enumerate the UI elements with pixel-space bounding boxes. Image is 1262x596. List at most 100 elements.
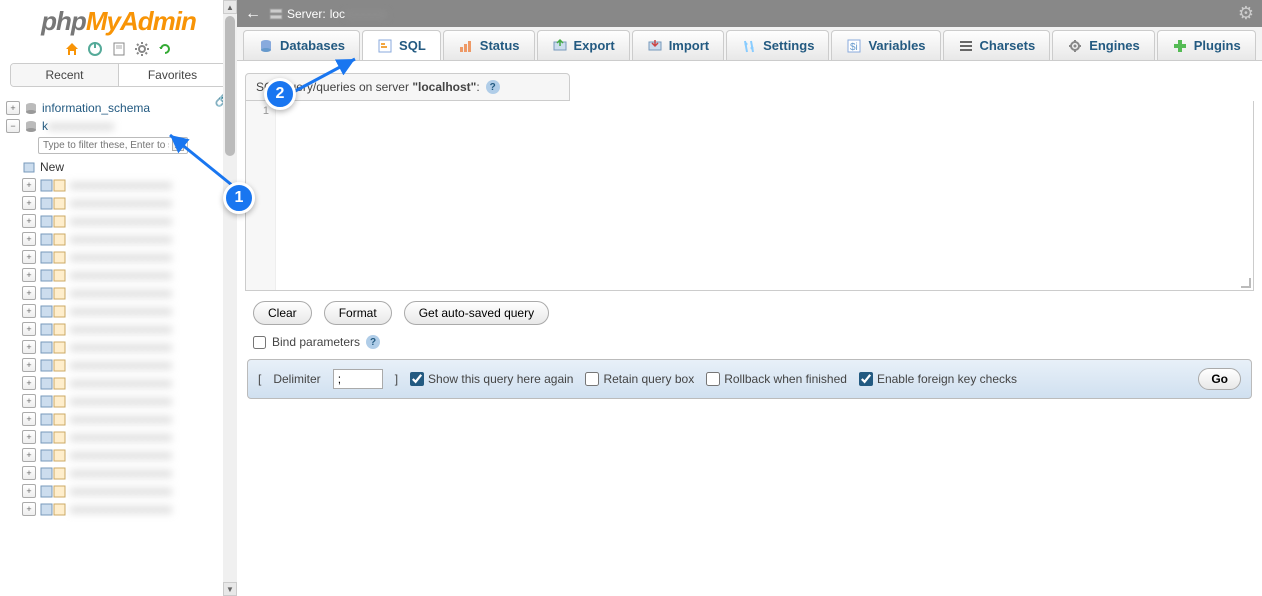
table-label[interactable]: xxxxxxxxxxxxxxxxx: [70, 232, 172, 246]
table-label[interactable]: xxxxxxxxxxxxxxxxx: [70, 358, 172, 372]
table-label[interactable]: xxxxxxxxxxxxxxxxx: [70, 322, 172, 336]
format-button[interactable]: Format: [324, 301, 392, 325]
collapse-icon[interactable]: −: [6, 119, 20, 133]
table-label[interactable]: xxxxxxxxxxxxxxxxx: [70, 394, 172, 408]
retain-checkbox[interactable]: [585, 372, 599, 386]
tree-node-table[interactable]: + xxxxxxxxxxxxxxxxx: [6, 338, 231, 356]
bind-parameters-checkbox[interactable]: [253, 336, 266, 349]
clear-filter-icon[interactable]: X: [172, 139, 184, 151]
expand-icon[interactable]: +: [22, 268, 36, 282]
table-label[interactable]: xxxxxxxxxxxxxxxxx: [70, 430, 172, 444]
expand-icon[interactable]: +: [22, 484, 36, 498]
tree-node-table[interactable]: + xxxxxxxxxxxxxxxxx: [6, 194, 231, 212]
table-label[interactable]: xxxxxxxxxxxxxxxxx: [70, 196, 172, 210]
expand-icon[interactable]: +: [6, 101, 20, 115]
table-label[interactable]: xxxxxxxxxxxxxxxxx: [70, 340, 172, 354]
tree-node-table[interactable]: + xxxxxxxxxxxxxxxxx: [6, 464, 231, 482]
resize-handle-icon[interactable]: [1241, 278, 1251, 288]
tree-node-table[interactable]: + xxxxxxxxxxxxxxxxx: [6, 212, 231, 230]
tree-node-table[interactable]: + xxxxxxxxxxxxxxxxx: [6, 356, 231, 374]
table-label[interactable]: xxxxxxxxxxxxxxxxx: [70, 178, 172, 192]
table-label[interactable]: xxxxxxxxxxxxxxxxx: [70, 448, 172, 462]
table-label[interactable]: xxxxxxxxxxxxxxxxx: [70, 412, 172, 426]
clear-button[interactable]: Clear: [253, 301, 312, 325]
expand-icon[interactable]: +: [22, 178, 36, 192]
rollback-checkbox[interactable]: [706, 372, 720, 386]
reload-icon[interactable]: [157, 41, 173, 57]
tree-node-table[interactable]: + xxxxxxxxxxxxxxxxx: [6, 230, 231, 248]
table-label[interactable]: xxxxxxxxxxxxxxxxx: [70, 484, 172, 498]
tree-node-db[interactable]: − kxxxxxxxxxxx: [6, 117, 231, 135]
back-icon[interactable]: ←: [245, 5, 261, 23]
get-autosaved-button[interactable]: Get auto-saved query: [404, 301, 549, 325]
tab-sql[interactable]: SQL: [362, 30, 441, 60]
table-label[interactable]: xxxxxxxxxxxxxxxxx: [70, 376, 172, 390]
tab-databases[interactable]: Databases: [243, 30, 360, 60]
expand-icon[interactable]: +: [22, 466, 36, 480]
tree-node-table[interactable]: + xxxxxxxxxxxxxxxxx: [6, 410, 231, 428]
expand-icon[interactable]: +: [22, 448, 36, 462]
expand-icon[interactable]: +: [22, 412, 36, 426]
topbar-gear-icon[interactable]: ⚙: [1238, 3, 1254, 24]
code-textarea[interactable]: [276, 101, 1253, 290]
go-button[interactable]: Go: [1198, 368, 1241, 390]
expand-icon[interactable]: +: [22, 196, 36, 210]
sidebar-scrollbar[interactable]: ▲ ▼: [223, 0, 237, 596]
fk-checkbox[interactable]: [859, 372, 873, 386]
docs-icon[interactable]: [111, 41, 127, 57]
logout-icon[interactable]: [87, 41, 103, 57]
table-label[interactable]: xxxxxxxxxxxxxxxxx: [70, 214, 172, 228]
db-label[interactable]: kxxxxxxxxxxx: [42, 119, 114, 133]
delimiter-input[interactable]: [333, 369, 383, 389]
scroll-up-icon[interactable]: ▲: [223, 0, 237, 14]
tree-node-table[interactable]: + xxxxxxxxxxxxxxxxx: [6, 428, 231, 446]
tree-node-table[interactable]: + xxxxxxxxxxxxxxxxx: [6, 482, 231, 500]
table-label[interactable]: xxxxxxxxxxxxxxxxx: [70, 304, 172, 318]
home-icon[interactable]: [64, 41, 80, 57]
help-icon[interactable]: ?: [486, 80, 500, 94]
tree-node-table[interactable]: + xxxxxxxxxxxxxxxxx: [6, 284, 231, 302]
expand-icon[interactable]: +: [22, 376, 36, 390]
tab-export[interactable]: Export: [537, 30, 630, 60]
expand-icon[interactable]: +: [22, 250, 36, 264]
tree-node-table[interactable]: + xxxxxxxxxxxxxxxxx: [6, 374, 231, 392]
tab-charsets[interactable]: Charsets: [943, 30, 1051, 60]
expand-icon[interactable]: +: [22, 286, 36, 300]
show-again-checkbox[interactable]: [410, 372, 424, 386]
expand-icon[interactable]: +: [22, 394, 36, 408]
scroll-thumb[interactable]: [225, 16, 235, 156]
table-label[interactable]: xxxxxxxxxxxxxxxxx: [70, 268, 172, 282]
table-label[interactable]: xxxxxxxxxxxxxxxxx: [70, 250, 172, 264]
filter-input[interactable]: [38, 137, 188, 154]
expand-icon[interactable]: +: [22, 304, 36, 318]
tree-node-table[interactable]: +xxxxxxxxxxxxxxxxx: [6, 500, 231, 518]
tab-plugins[interactable]: Plugins: [1157, 30, 1256, 60]
logo[interactable]: phpMyAdmin: [0, 0, 237, 39]
tree-node-table[interactable]: + xxxxxxxxxxxxxxxxx: [6, 176, 231, 194]
tab-engines[interactable]: Engines: [1052, 30, 1155, 60]
db-label[interactable]: information_schema: [42, 101, 150, 115]
new-table-label[interactable]: New: [40, 160, 64, 174]
expand-icon[interactable]: +: [22, 232, 36, 246]
tab-import[interactable]: Import: [632, 30, 724, 60]
tree-node-table[interactable]: + xxxxxxxxxxxxxxxxx: [6, 266, 231, 284]
tree-node-new[interactable]: New: [6, 158, 231, 176]
expand-icon[interactable]: +: [22, 430, 36, 444]
tab-settings[interactable]: Settings: [726, 30, 829, 60]
table-label[interactable]: xxxxxxxxxxxxxxxxx: [70, 502, 172, 516]
table-label[interactable]: xxxxxxxxxxxxxxxxx: [70, 286, 172, 300]
gear-icon[interactable]: [134, 41, 150, 57]
table-label[interactable]: xxxxxxxxxxxxxxxxx: [70, 466, 172, 480]
tree-node-table[interactable]: + xxxxxxxxxxxxxxxxx: [6, 392, 231, 410]
expand-icon[interactable]: +: [22, 358, 36, 372]
tree-node-db[interactable]: + information_schema: [6, 99, 231, 117]
tree-node-table[interactable]: + xxxxxxxxxxxxxxxxx: [6, 302, 231, 320]
tree-node-table[interactable]: + xxxxxxxxxxxxxxxxx: [6, 446, 231, 464]
sql-code-editor[interactable]: 1: [245, 101, 1254, 291]
recent-tab[interactable]: Recent: [11, 64, 119, 86]
expand-icon[interactable]: +: [22, 214, 36, 228]
scroll-down-icon[interactable]: ▼: [223, 582, 237, 596]
tab-status[interactable]: Status: [443, 30, 535, 60]
expand-icon[interactable]: +: [22, 340, 36, 354]
favorites-tab[interactable]: Favorites: [119, 64, 226, 86]
